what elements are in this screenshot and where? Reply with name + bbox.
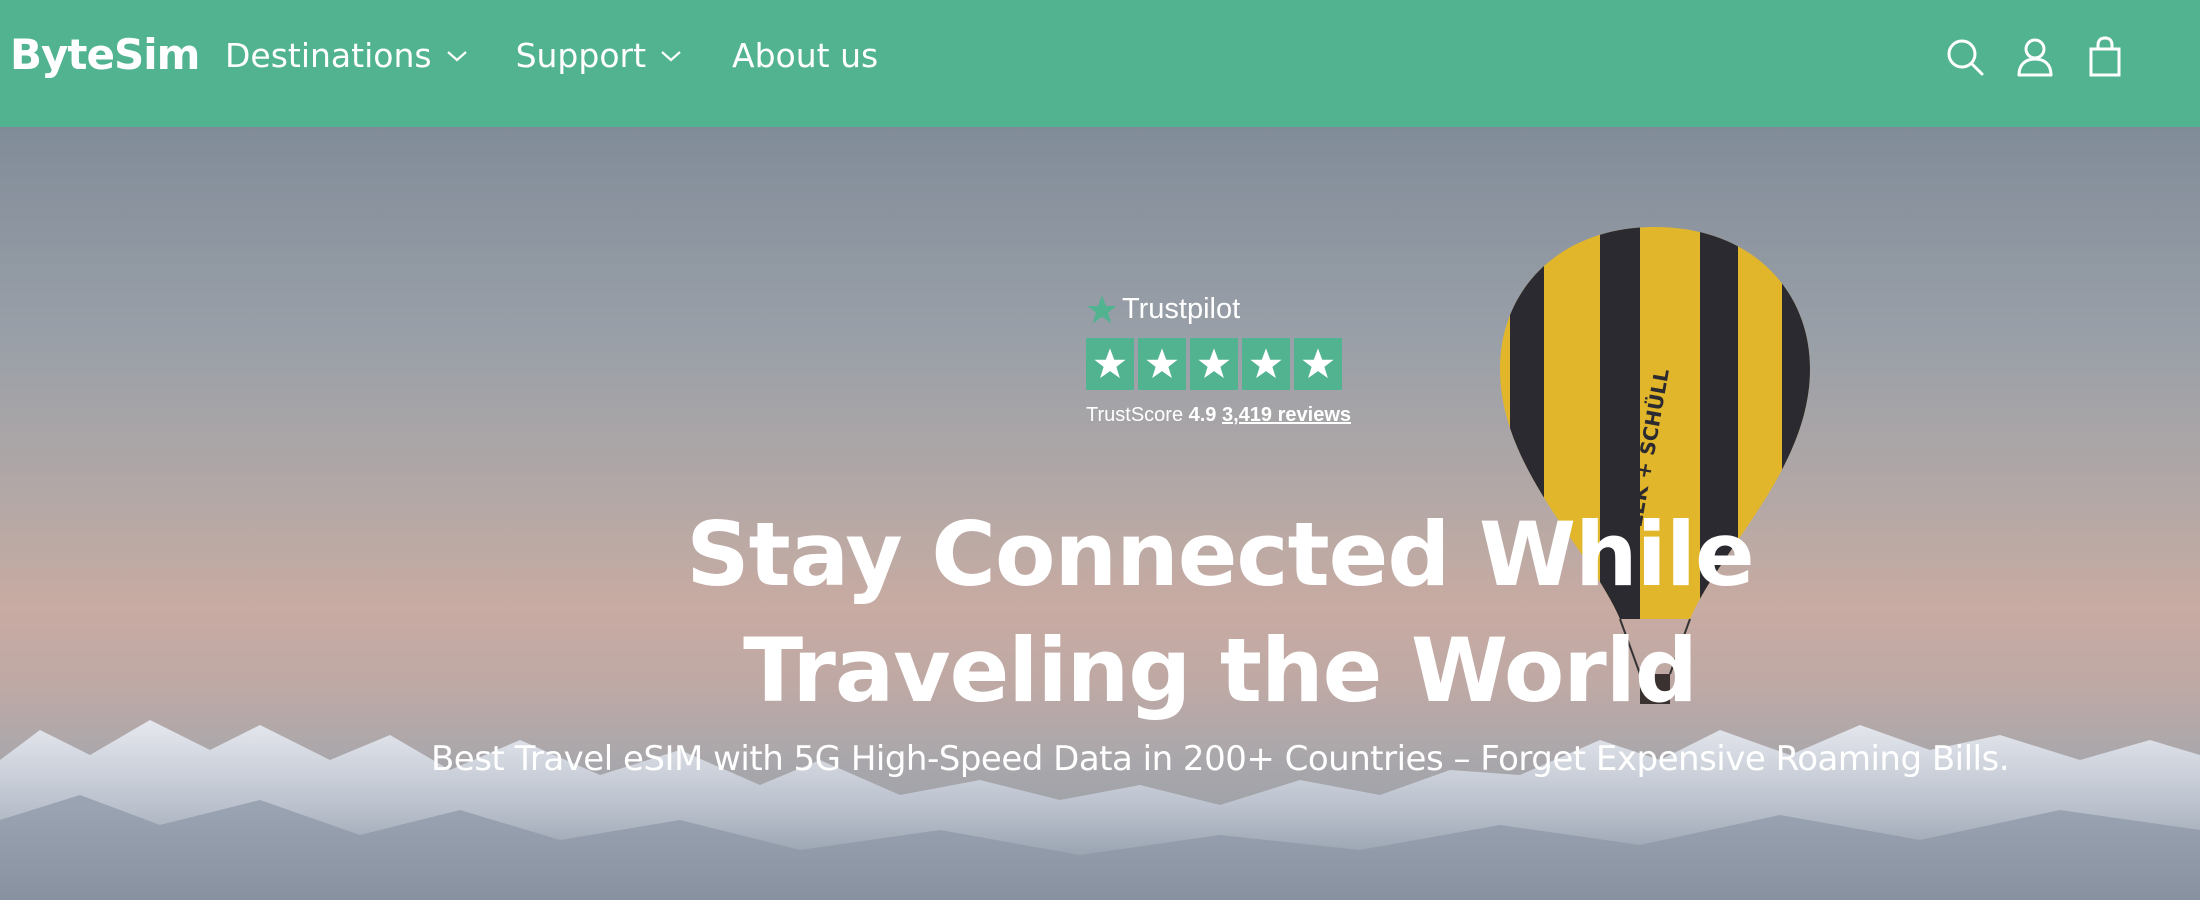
headline-line-2: Traveling the World	[743, 619, 1698, 722]
trustpilot-star-icon	[1087, 294, 1117, 323]
mountain-range-image	[0, 720, 2200, 900]
nav-item-label: About us	[732, 36, 879, 75]
rating-star-icon	[1138, 338, 1186, 390]
rating-star-icon	[1190, 338, 1238, 390]
nav-item-label: Destinations	[225, 36, 432, 75]
trustscore-value: 4.9	[1188, 404, 1217, 426]
trustscore-label: TrustScore	[1086, 404, 1184, 426]
nav-item-support[interactable]: Support	[516, 36, 682, 75]
hero-headline: Stay Connected While Traveling the World	[0, 497, 2200, 729]
trustpilot-widget[interactable]: Trustpilot TrustScore 4.9 3,419 reviews	[1086, 293, 1351, 427]
hero-banner: LEK + SCHÜLL Trustpilot TrustScore 4.9 3…	[0, 127, 2200, 900]
hero-subheadline: Best Travel eSIM with 5G High-Speed Data…	[430, 739, 2010, 779]
cart-icon[interactable]	[2085, 36, 2125, 78]
account-icon[interactable]	[2015, 36, 2055, 78]
rating-star-icon	[1294, 338, 1342, 390]
top-navigation-bar: ByteSim Destinations Support About us	[0, 0, 2200, 127]
chevron-down-icon	[446, 50, 467, 61]
trustpilot-stars	[1086, 338, 1346, 390]
search-icon[interactable]	[1945, 36, 1985, 78]
trustpilot-logo: Trustpilot	[1086, 293, 1346, 326]
trustpilot-brand: Trustpilot	[1122, 293, 1241, 325]
trustscore-line: TrustScore 4.9 3,419 reviews	[1086, 404, 1351, 427]
header-actions	[1945, 36, 2125, 78]
nav-item-about-us[interactable]: About us	[732, 36, 878, 75]
headline-line-1: Stay Connected While	[686, 503, 1754, 606]
rating-star-icon	[1242, 338, 1290, 390]
chevron-down-icon	[661, 50, 681, 61]
nav-item-label: Support	[515, 36, 647, 75]
reviews-link[interactable]: 3,419 reviews	[1222, 404, 1351, 426]
main-menu: Destinations Support About us	[225, 36, 878, 75]
nav-item-destinations[interactable]: Destinations	[225, 36, 468, 75]
bytesim-logo[interactable]: ByteSim	[10, 30, 200, 79]
rating-star-icon	[1086, 338, 1134, 390]
